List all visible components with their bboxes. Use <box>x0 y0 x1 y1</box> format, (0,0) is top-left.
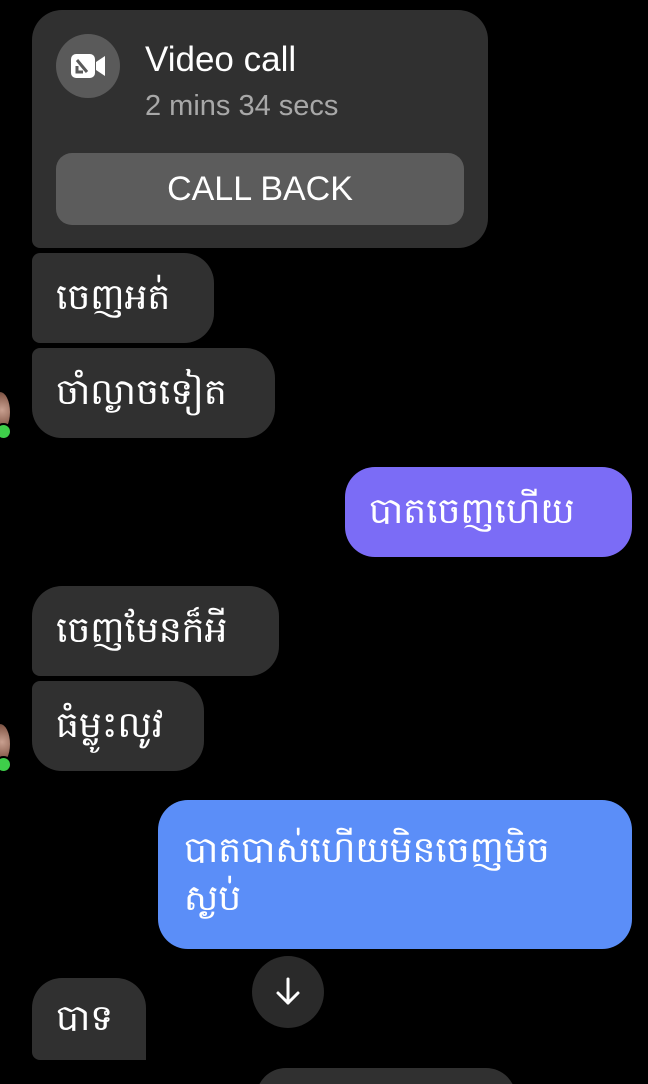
message-text: ធំម្លូះលូវ <box>56 705 164 746</box>
chat-screen: Video call 2 mins 34 secs CALL BACK ចេញអ… <box>0 0 648 1084</box>
message-bubble[interactable]: បាទ <box>32 978 146 1060</box>
message-text: បាទ <box>56 998 114 1039</box>
message-bubble-outgoing[interactable]: បាតបាស់ហើយមិនចេញមិច ស្ងប់ <box>158 800 632 949</box>
message-bubble-outgoing[interactable]: បាតចេញហើយ <box>345 467 632 557</box>
missed-video-call-icon <box>56 34 120 98</box>
message-text: ចេញអត់ <box>56 277 171 318</box>
call-back-button[interactable]: CALL BACK <box>56 153 464 225</box>
arrow-down-icon <box>276 977 300 1005</box>
online-status-dot <box>0 423 12 440</box>
message-bubble[interactable]: ចេញមែនក៏អី <box>32 586 279 676</box>
message-bubble[interactable]: ធំម្លូះលូវ <box>32 681 204 771</box>
message-text: ចាំល្ងាចទៀត <box>56 372 227 413</box>
message-text: បាតចេញហើយ <box>369 491 575 532</box>
message-text-line-1: បាតបាស់ហើយមិនចេញមិច <box>184 829 550 871</box>
call-duration: 2 mins 34 secs <box>145 90 339 122</box>
message-text-line-2: ស្ងប់ <box>184 877 242 919</box>
message-bubble[interactable]: ចាំល្ងាចទៀត <box>32 348 275 438</box>
scroll-to-bottom-button[interactable] <box>252 956 324 1028</box>
message-bubble[interactable]: ចេញអត់ <box>32 253 214 343</box>
online-status-dot <box>0 756 12 773</box>
video-call-card: Video call 2 mins 34 secs CALL BACK <box>32 10 488 248</box>
message-text: ចេញមែនក៏អី <box>56 610 228 651</box>
call-title: Video call <box>145 40 297 79</box>
message-bubble-partial[interactable] <box>256 1068 516 1084</box>
